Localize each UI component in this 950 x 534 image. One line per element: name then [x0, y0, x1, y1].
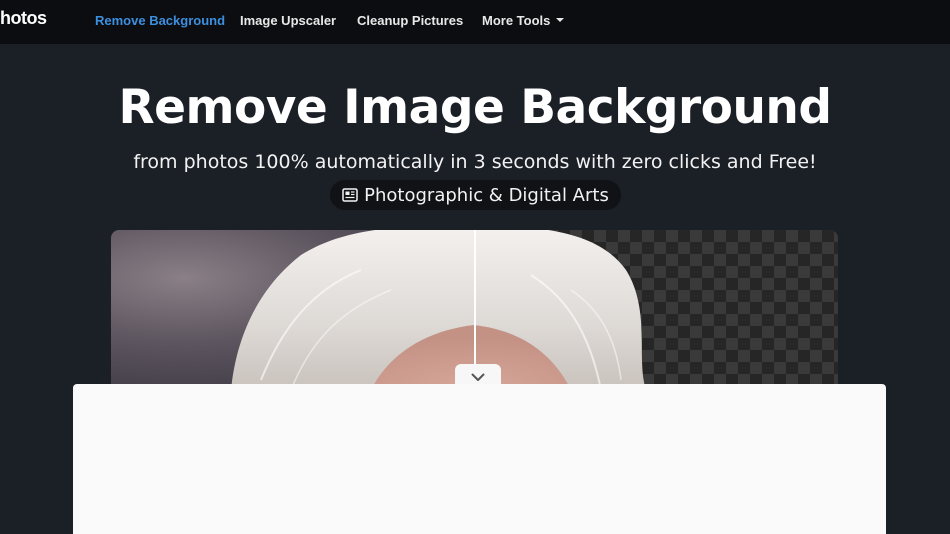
- nav-more-tools-label: More Tools: [482, 13, 551, 28]
- top-navbar: hotos Remove Background Image Upscaler C…: [0, 0, 950, 44]
- newspaper-icon: [342, 188, 358, 202]
- nav-remove-background[interactable]: Remove Background: [95, 13, 225, 28]
- nav-more-tools[interactable]: More Tools: [482, 13, 565, 28]
- nav-cleanup-pictures[interactable]: Cleanup Pictures: [357, 13, 463, 28]
- upload-panel: [73, 384, 886, 534]
- page-subtitle: from photos 100% automatically in 3 seco…: [133, 151, 817, 173]
- category-selector[interactable]: Photographic & Digital Arts: [330, 180, 621, 210]
- caret-down-icon: [556, 18, 565, 22]
- brand-logo[interactable]: hotos: [0, 8, 47, 29]
- chevron-down-icon: [471, 373, 485, 381]
- nav-image-upscaler[interactable]: Image Upscaler: [240, 13, 336, 28]
- category-label: Photographic & Digital Arts: [364, 184, 609, 206]
- page-title: Remove Image Background: [118, 80, 832, 135]
